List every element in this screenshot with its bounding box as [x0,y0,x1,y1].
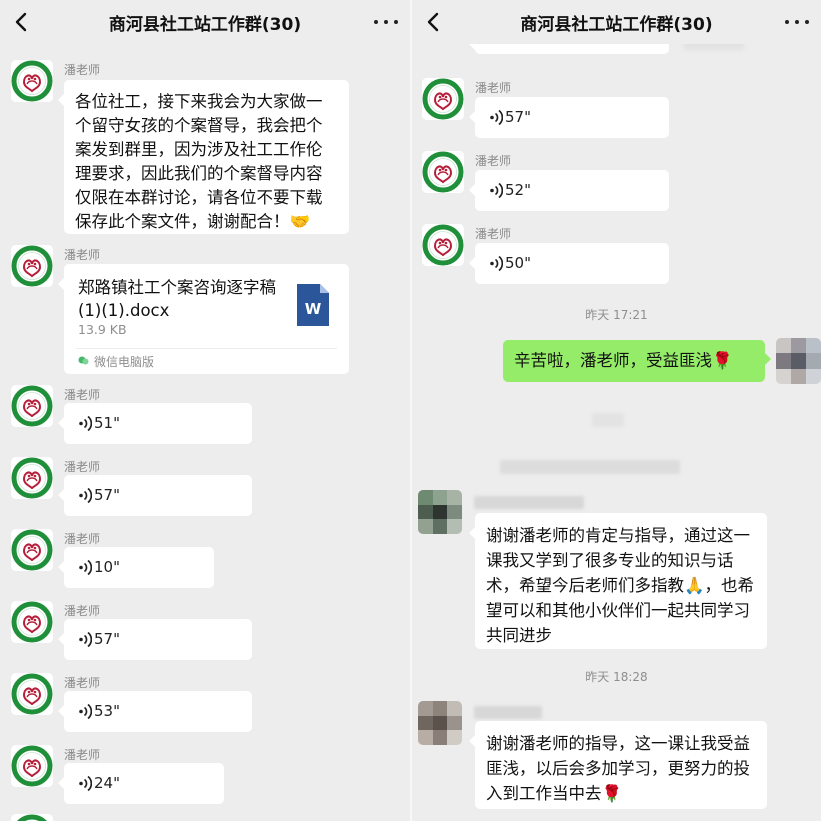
timestamp: 昨天 17:21 [585,308,648,322]
voice-wave-icon [78,559,92,576]
avatar[interactable] [11,457,53,499]
right-chat-panel: 商河县社工站工作群(30) 潘老师 57" 潘老师 52" 潘老师 50" 昨天… [412,0,821,821]
avatar[interactable] [11,60,53,102]
voice-message[interactable]: 57" [58,475,252,516]
outgoing-message-bubble[interactable]: 辛苦啦，潘老师，受益匪浅🌹 [503,340,771,382]
wechat-pc-icon [78,356,89,365]
timestamp: 昨天 18:28 [585,670,648,684]
member-avatar-blurred[interactable] [418,701,462,745]
voice-message[interactable]: 57" [469,97,669,138]
svg-text:W: W [305,300,322,318]
voice-wave-icon [78,703,92,720]
sender-name: 潘老师 [64,748,101,762]
message-bubble[interactable]: 谢谢潘老师的指导，这一课让我受益匪浅，以后会多加学习，更努力的投入到工作当中去🌹 [469,721,767,809]
left-chat-panel: 商河县社工站工作群(30) 潘老师 各位社工，接下来我会为大家做一个留守女孩的个… [0,0,410,821]
avatar[interactable] [11,814,53,821]
sender-name: 潘老师 [64,460,101,474]
avatar[interactable] [11,245,53,287]
voice-message[interactable]: 53" [58,691,252,732]
voice-wave-icon [489,109,503,126]
more-dots-icon[interactable] [785,18,809,26]
avatar[interactable] [422,78,464,120]
self-avatar-blurred[interactable] [776,338,821,384]
more-dots-icon[interactable] [374,18,398,26]
voice-duration: 51" [94,414,120,432]
voice-message[interactable]: 57" [58,619,252,660]
avatar[interactable] [11,385,53,427]
avatar[interactable] [11,673,53,715]
chat-title: 商河县社工站工作群(30) [108,15,302,35]
voice-wave-icon [78,415,92,432]
avatar[interactable] [11,601,53,643]
voice-message[interactable]: 10" [58,547,214,588]
sender-name: 潘老师 [64,532,101,546]
voice-duration: 57" [505,108,531,126]
voice-wave-icon [78,487,92,504]
word-doc-icon: W [297,284,329,326]
voice-duration: 10" [94,558,120,576]
blurred-sender-name [474,706,542,719]
member-avatar-blurred[interactable] [418,490,462,534]
avatar[interactable] [422,224,464,266]
nav-bar: 商河县社工站工作群(30) [0,0,410,44]
voice-duration: 52" [505,181,531,199]
file-name: 郑路镇社工个案咨询逐字稿(1)(1).docx [78,278,276,320]
voice-message[interactable]: 24" [58,763,224,804]
blurred-sender-name [474,496,584,509]
voice-duration: 50" [505,254,531,272]
voice-wave-icon [489,182,503,199]
avatar[interactable] [422,151,464,193]
chat-title: 商河县社工站工作群(30) [520,15,713,35]
voice-message[interactable]: 51" [58,403,252,444]
divider [76,348,337,349]
voice-wave-icon [489,255,503,272]
voice-duration: 24" [94,774,120,792]
voice-duration: 57" [94,486,120,504]
message-bubble[interactable]: 谢谢潘老师的肯定与指导，通过这一课我又学到了很多专业的知识与话术，希望今后老师们… [469,513,767,649]
nav-bar: 商河县社工站工作群(30) [412,0,821,44]
message-bubble[interactable]: 各位社工，接下来我会为大家做一个留守女孩的个案督导，我会把个案发到群里，因为涉及… [58,80,349,234]
blurred-text [500,460,680,474]
file-source-label: 微信电脑版 [94,355,155,369]
sender-name: 潘老师 [64,604,101,618]
sender-name: 潘老师 [475,81,512,95]
sender-name: 潘老师 [64,388,101,402]
sender-name: 潘老师 [64,248,101,262]
voice-duration: 53" [94,702,120,720]
voice-message[interactable]: 52" [469,170,669,211]
avatar[interactable] [11,745,53,787]
voice-duration: 57" [94,630,120,648]
file-size: 13.9 KB [78,322,127,337]
sender-name: 潘老师 [64,676,101,690]
voice-message[interactable]: 50" [469,243,669,284]
sender-name: 潘老师 [64,63,101,77]
sender-name: 潘老师 [475,154,512,168]
file-message-card[interactable]: 郑路镇社工个案咨询逐字稿(1)(1).docx 13.9 KB W 微信电脑版 [58,264,349,374]
voice-wave-icon [78,631,92,648]
avatar[interactable] [11,529,53,571]
blurred-text [592,413,624,427]
voice-wave-icon [78,775,92,792]
sender-name: 潘老师 [475,227,512,241]
